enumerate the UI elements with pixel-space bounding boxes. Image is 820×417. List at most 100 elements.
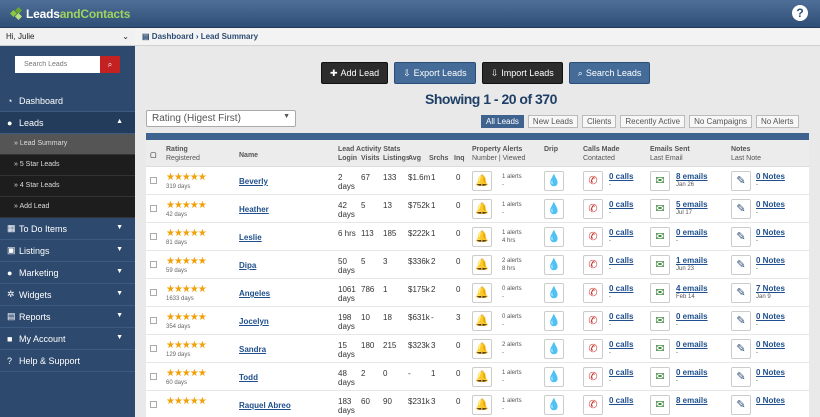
drip-droplet-icon[interactable]: 💧 xyxy=(544,339,564,359)
bell-icon[interactable]: 🔔 xyxy=(472,311,492,331)
row-checkbox[interactable] xyxy=(150,205,157,212)
calls-link[interactable]: 0 calls xyxy=(609,256,633,265)
col-avg[interactable]: Avg xyxy=(408,155,421,163)
calls-link[interactable]: 0 calls xyxy=(609,228,633,237)
phone-icon[interactable]: ✆ xyxy=(583,199,603,219)
calls-link[interactable]: 0 calls xyxy=(609,340,633,349)
envelope-icon[interactable]: ✉ xyxy=(650,199,670,219)
drip-droplet-icon[interactable]: 💧 xyxy=(544,311,564,331)
emails-link[interactable]: 0 emails xyxy=(676,340,708,349)
calls-link[interactable]: 0 calls xyxy=(609,396,633,405)
emails-link[interactable]: 8 emails xyxy=(676,396,708,405)
drip-droplet-icon[interactable]: 💧 xyxy=(544,367,564,387)
row-checkbox[interactable] xyxy=(150,289,157,296)
lead-name-link[interactable]: Beverly xyxy=(239,177,268,186)
edit-note-icon[interactable]: ✎ xyxy=(731,227,751,247)
notes-link[interactable]: 0 Notes xyxy=(756,172,785,181)
row-checkbox[interactable] xyxy=(150,401,157,408)
lead-name-link[interactable]: Raquel Abreo xyxy=(239,401,291,410)
lead-name-link[interactable]: Heather xyxy=(239,205,269,214)
col-emails-sent[interactable]: Emails Sent xyxy=(650,146,690,154)
lead-name-link[interactable]: Todd xyxy=(239,373,258,382)
drip-droplet-icon[interactable]: 💧 xyxy=(544,395,564,415)
bell-icon[interactable]: 🔔 xyxy=(472,395,492,415)
sort-select[interactable]: Rating (Higest First) ▼ xyxy=(146,110,296,127)
drip-droplet-icon[interactable]: 💧 xyxy=(544,199,564,219)
rating-stars[interactable]: ★★★★★ xyxy=(166,172,207,183)
envelope-icon[interactable]: ✉ xyxy=(650,283,670,303)
row-checkbox[interactable] xyxy=(150,345,157,352)
lead-name-link[interactable]: Dipa xyxy=(239,261,256,270)
notes-link[interactable]: 7 Notes xyxy=(756,284,785,293)
sidebar-item-leads[interactable]: ● Leads ▲ xyxy=(0,112,135,134)
filter-all-leads[interactable]: All Leads xyxy=(481,115,524,128)
emails-link[interactable]: 1 emails xyxy=(676,256,708,265)
sidebar-item-listings[interactable]: ▣ Listings ▼ xyxy=(0,240,135,262)
drip-droplet-icon[interactable]: 💧 xyxy=(544,227,564,247)
rating-stars[interactable]: ★★★★★ xyxy=(166,228,207,239)
bell-icon[interactable]: 🔔 xyxy=(472,367,492,387)
drip-droplet-icon[interactable]: 💧 xyxy=(544,283,564,303)
notes-link[interactable]: 0 Notes xyxy=(756,312,785,321)
emails-link[interactable]: 0 emails xyxy=(676,312,708,321)
phone-icon[interactable]: ✆ xyxy=(583,395,603,415)
col-calls-made[interactable]: Calls Made xyxy=(583,146,620,154)
drip-droplet-icon[interactable]: 💧 xyxy=(544,255,564,275)
drip-droplet-icon[interactable]: 💧 xyxy=(544,171,564,191)
phone-icon[interactable]: ✆ xyxy=(583,339,603,359)
calls-link[interactable]: 0 calls xyxy=(609,200,633,209)
sidebar-item-to-do-items[interactable]: ▦ To Do Items ▼ xyxy=(0,218,135,240)
phone-icon[interactable]: ✆ xyxy=(583,283,603,303)
notes-link[interactable]: 0 Notes xyxy=(756,340,785,349)
rating-stars[interactable]: ★★★★★ xyxy=(166,368,207,379)
sidebar-item-reports[interactable]: ▤ Reports ▼ xyxy=(0,306,135,328)
sidebar-item-my-account[interactable]: ■ My Account ▼ xyxy=(0,328,135,350)
col-srchs[interactable]: Srchs xyxy=(429,155,448,163)
emails-link[interactable]: 0 emails xyxy=(676,228,708,237)
select-all-checkbox[interactable]: ▢ xyxy=(150,152,157,160)
notes-link[interactable]: 0 Notes xyxy=(756,256,785,265)
row-checkbox[interactable] xyxy=(150,317,157,324)
phone-icon[interactable]: ✆ xyxy=(583,367,603,387)
col-visits[interactable]: Visits xyxy=(361,155,380,163)
envelope-icon[interactable]: ✉ xyxy=(650,339,670,359)
emails-link[interactable]: 4 emails xyxy=(676,284,708,293)
bell-icon[interactable]: 🔔 xyxy=(472,283,492,303)
envelope-icon[interactable]: ✉ xyxy=(650,255,670,275)
emails-link[interactable]: 0 emails xyxy=(676,368,708,377)
col-listings[interactable]: Listings xyxy=(383,155,410,163)
filter-clients[interactable]: Clients xyxy=(581,115,617,128)
notes-link[interactable]: 0 Notes xyxy=(756,396,785,405)
rating-stars[interactable]: ★★★★★ xyxy=(166,256,207,267)
row-checkbox[interactable] xyxy=(150,261,157,268)
sidebar-item-dashboard[interactable]: ◔ Dashboard xyxy=(0,90,135,112)
rating-stars[interactable]: ★★★★★ xyxy=(166,312,207,323)
row-checkbox[interactable] xyxy=(150,177,157,184)
lead-name-link[interactable]: Angeles xyxy=(239,289,270,298)
col-inq[interactable]: Inq xyxy=(454,155,465,163)
col-rating[interactable]: Rating xyxy=(166,146,188,154)
edit-note-icon[interactable]: ✎ xyxy=(731,339,751,359)
rating-stars[interactable]: ★★★★★ xyxy=(166,340,207,351)
filter-recently-active[interactable]: Recently Active xyxy=(620,115,686,128)
emails-link[interactable]: 5 emails xyxy=(676,200,708,209)
bell-icon[interactable]: 🔔 xyxy=(472,227,492,247)
user-menu[interactable]: Hi, Julie ⌄ xyxy=(0,28,135,46)
filter-no-alerts[interactable]: No Alerts xyxy=(756,115,799,128)
row-checkbox[interactable] xyxy=(150,373,157,380)
edit-note-icon[interactable]: ✎ xyxy=(731,199,751,219)
envelope-icon[interactable]: ✉ xyxy=(650,227,670,247)
edit-note-icon[interactable]: ✎ xyxy=(731,395,751,415)
submenu-lead-summary[interactable]: » Lead Summary xyxy=(0,134,135,155)
lead-name-link[interactable]: Jocelyn xyxy=(239,317,269,326)
col-property-alerts[interactable]: Property Alerts xyxy=(472,146,522,154)
emails-link[interactable]: 8 emails xyxy=(676,172,708,181)
edit-note-icon[interactable]: ✎ xyxy=(731,255,751,275)
rating-stars[interactable]: ★★★★★ xyxy=(166,200,207,211)
rating-stars[interactable]: ★★★★★ xyxy=(166,284,207,295)
envelope-icon[interactable]: ✉ xyxy=(650,171,670,191)
bell-icon[interactable]: 🔔 xyxy=(472,339,492,359)
lead-name-link[interactable]: Sandra xyxy=(239,345,266,354)
help-icon[interactable]: ? xyxy=(792,5,808,21)
col-login[interactable]: Login xyxy=(338,155,357,163)
